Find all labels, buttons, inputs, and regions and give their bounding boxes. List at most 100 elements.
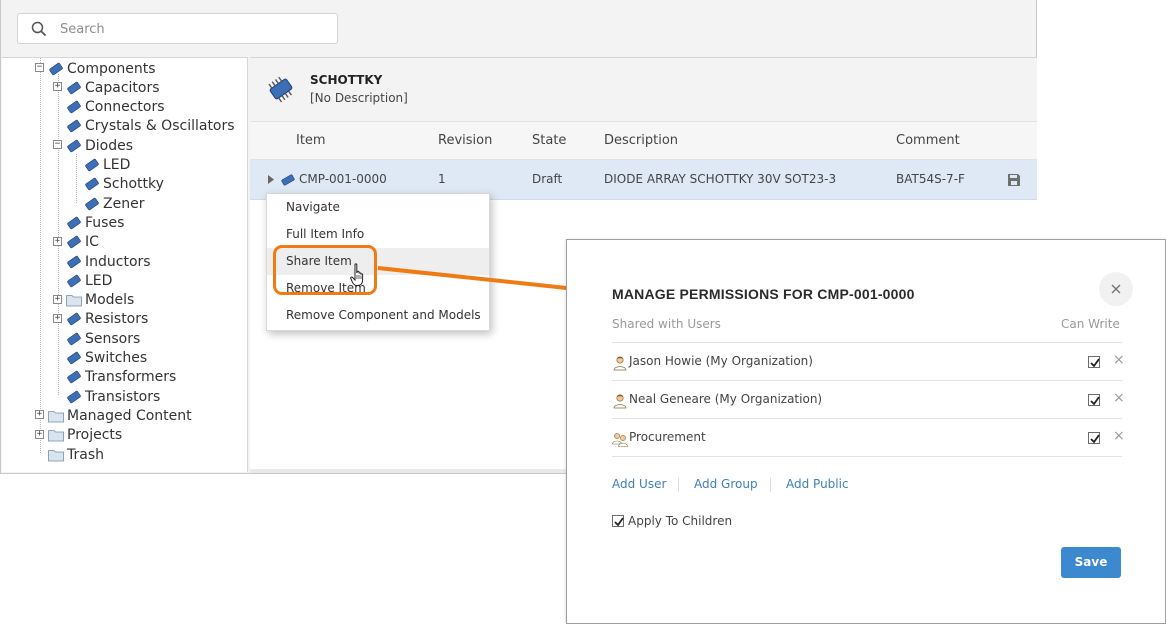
component-icon	[66, 390, 82, 404]
can-write-checkbox[interactable]	[1088, 432, 1100, 444]
tree-node-label: Trash	[67, 446, 104, 463]
tree-node[interactable]: Transformers	[66, 368, 176, 387]
collapse-icon[interactable]: −	[53, 140, 62, 150]
tree-node-label: Transistors	[85, 388, 161, 405]
table-header: Item Revision State Description Comment	[250, 122, 1037, 160]
tree-node-label: Managed Content	[67, 407, 192, 424]
tree-node[interactable]: Capacitors	[66, 78, 160, 97]
can-write-checkbox[interactable]	[1088, 356, 1100, 368]
permission-row: Procurement ×	[612, 418, 1125, 456]
tree-node[interactable]: LED	[66, 271, 112, 290]
col-description[interactable]: Description	[604, 133, 678, 148]
tree-node-label: Inductors	[85, 253, 151, 270]
remove-user-icon[interactable]: ×	[1113, 390, 1125, 406]
tree-node[interactable]: Crystals & Oscillators	[66, 117, 235, 136]
tree-node-label: Capacitors	[85, 79, 160, 96]
col-item[interactable]: Item	[296, 133, 326, 148]
checkmark-icon	[1090, 434, 1100, 444]
manage-permissions-dialog: MANAGE PERMISSIONS FOR CMP-001-0000 Shar…	[566, 239, 1166, 624]
checkmark-icon	[614, 517, 624, 527]
col-comment[interactable]: Comment	[896, 133, 960, 148]
save-icon[interactable]	[1008, 174, 1020, 186]
component-icon	[84, 197, 100, 211]
row-item: CMP-001-0000	[299, 172, 387, 186]
hand-cursor-icon	[350, 263, 364, 286]
tree-node[interactable]: Transistors	[66, 387, 160, 406]
component-icon	[281, 174, 295, 186]
menu-remove-component-models[interactable]: Remove Component and Models	[267, 302, 489, 329]
tree-node-label: Connectors	[85, 99, 165, 116]
detail-header: SCHOTTKY [No Description]	[250, 58, 1037, 122]
menu-full-item-info[interactable]: Full Item Info	[267, 221, 489, 248]
tree-node[interactable]: Switches	[66, 349, 147, 368]
component-icon	[66, 81, 82, 95]
expand-icon[interactable]: +	[53, 313, 62, 323]
col-state[interactable]: State	[532, 133, 566, 148]
tree-node-label: IC	[85, 234, 99, 251]
apply-to-children-checkbox[interactable]	[612, 515, 624, 527]
tree-node[interactable]: Inductors	[66, 252, 151, 271]
folder-icon	[48, 428, 64, 442]
save-button[interactable]: Save	[1061, 547, 1121, 578]
tree-node[interactable]: Models	[66, 291, 134, 310]
tree-node[interactable]: Resistors	[66, 310, 148, 329]
tree-node[interactable]: Connectors	[66, 98, 165, 117]
close-icon[interactable]	[1111, 284, 1121, 294]
expand-icon[interactable]: +	[53, 236, 62, 246]
component-icon	[66, 274, 82, 288]
dialog-title: MANAGE PERMISSIONS FOR CMP-001-0000	[612, 286, 915, 302]
divider	[678, 478, 679, 492]
component-tree: Components − Capacitors + Connectors Crystals…	[2, 57, 248, 472]
tree-node-label: Transformers	[85, 369, 177, 386]
close-button[interactable]	[1099, 272, 1133, 306]
expand-icon[interactable]: +	[53, 294, 62, 304]
tree-node[interactable]: IC	[66, 233, 99, 252]
tree-node-label: Zener	[103, 195, 145, 212]
add-user-link[interactable]: Add User	[612, 477, 666, 491]
folder-icon	[66, 293, 82, 307]
tree-node[interactable]: Fuses	[66, 213, 124, 232]
tree-node[interactable]: Projects	[48, 426, 122, 445]
component-icon	[66, 370, 82, 384]
component-icon	[66, 216, 82, 230]
can-write-checkbox[interactable]	[1088, 394, 1100, 406]
search-input[interactable]	[60, 19, 320, 39]
expand-icon[interactable]: +	[53, 82, 62, 92]
tree-node-label: Components	[67, 60, 156, 77]
user-icon	[613, 356, 627, 371]
tree-node-label: Fuses	[85, 214, 125, 231]
component-title: SCHOTTKY	[310, 73, 383, 87]
expand-icon[interactable]: +	[35, 410, 44, 420]
tree-node-label: Models	[85, 292, 135, 309]
tree-node[interactable]: Components	[48, 59, 156, 78]
tree-node[interactable]: LED	[84, 156, 130, 175]
remove-user-icon[interactable]: ×	[1113, 352, 1125, 368]
tree-node[interactable]: Trash	[48, 445, 104, 464]
component-icon	[66, 100, 82, 114]
row-description: DIODE ARRAY SCHOTTKY 30V SOT23-3	[604, 172, 837, 186]
menu-navigate[interactable]: Navigate	[267, 194, 489, 221]
tree-node[interactable]: Zener	[84, 194, 144, 213]
component-icon	[48, 62, 64, 76]
col-revision[interactable]: Revision	[438, 133, 492, 148]
row-state: Draft	[532, 172, 563, 186]
tree-node[interactable]: Sensors	[66, 329, 140, 348]
shared-with-header: Shared with Users	[612, 317, 721, 331]
component-icon	[66, 255, 82, 269]
expand-arrow-icon[interactable]	[268, 175, 274, 184]
remove-user-icon[interactable]: ×	[1113, 428, 1125, 444]
collapse-icon[interactable]: −	[35, 63, 44, 72]
group-name: Procurement	[629, 430, 706, 444]
search-icon	[31, 21, 47, 37]
add-group-link[interactable]: Add Group	[694, 477, 758, 491]
tree-node[interactable]: Schottky	[84, 175, 164, 194]
component-icon	[66, 332, 82, 346]
tree-node[interactable]: Diodes	[66, 136, 133, 155]
add-public-link[interactable]: Add Public	[786, 477, 849, 491]
component-description: [No Description]	[310, 91, 408, 105]
tree-node[interactable]: Managed Content	[48, 406, 192, 425]
expand-icon[interactable]: +	[35, 429, 44, 439]
tree-node-label: Switches	[85, 350, 148, 366]
apply-to-children-label: Apply To Children	[628, 514, 733, 528]
search-box[interactable]	[17, 13, 338, 44]
